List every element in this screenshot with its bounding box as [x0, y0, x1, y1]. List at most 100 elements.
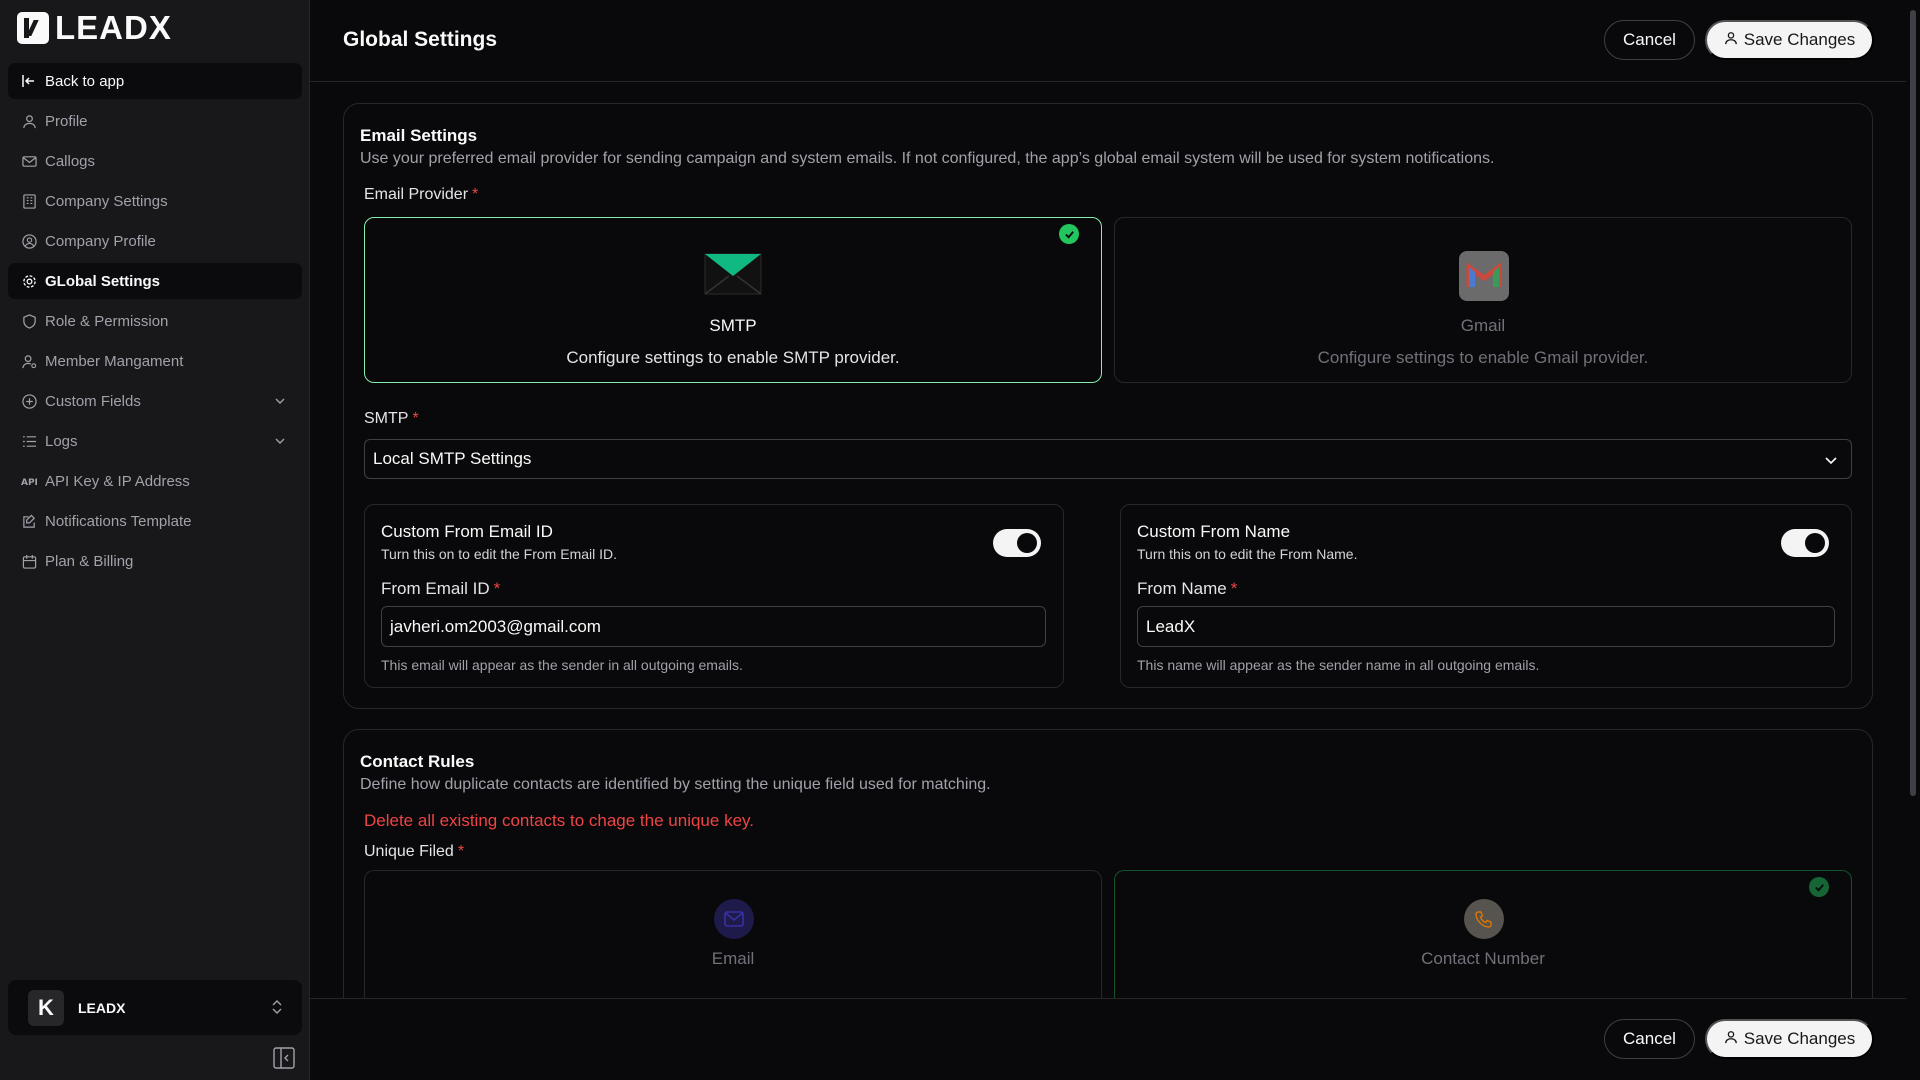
provider-name: SMTP	[709, 316, 757, 335]
save-changes-label: Save Changes	[1743, 1029, 1856, 1048]
edit-icon	[21, 513, 37, 529]
sidebar-item-label: Role & Permission	[45, 312, 169, 330]
mail-icon	[714, 899, 754, 939]
user-icon	[1724, 30, 1738, 50]
unique-field-email-card[interactable]: Email	[364, 870, 1102, 998]
scrollbar-thumb[interactable]	[1910, 10, 1916, 796]
sidebar-item-global-settings[interactable]: GLobal Settings	[8, 263, 302, 299]
page-footer: Cancel Save Changes	[310, 998, 1906, 1080]
smtp-envelope-icon	[704, 253, 762, 299]
user-icon	[1724, 1029, 1738, 1049]
check-icon	[1809, 877, 1829, 897]
sidebar-item-label: Plan & Billing	[45, 552, 134, 570]
chevron-down-icon[interactable]	[272, 433, 288, 449]
sidebar-item-label: Company Settings	[45, 192, 168, 210]
smtp-label: SMTP *	[364, 410, 419, 427]
custom-from-name-card: Custom From Name Turn this on to edit th…	[1120, 504, 1852, 688]
sidebar-item-profile[interactable]: Profile	[8, 103, 302, 139]
app-logo[interactable]: LEADX	[17, 9, 172, 46]
phone-icon	[1464, 899, 1504, 939]
sidebar-item-label: Company Profile	[45, 232, 156, 250]
calendar-icon	[21, 553, 37, 569]
email-settings-card: Email Settings Use your preferred email …	[343, 103, 1873, 709]
workspace-logo: K	[28, 989, 64, 1026]
custom-from-email-description: Turn this on to edit the From Email ID.	[381, 546, 618, 562]
logo-text: LEADX	[55, 9, 172, 46]
workspace-switcher[interactable]: K LEADX	[8, 980, 302, 1035]
from-email-input[interactable]: javheri.om2003@gmail.com	[381, 606, 1046, 647]
user-icon	[21, 113, 37, 129]
plus-circle-icon	[21, 393, 37, 409]
page-title: Global Settings	[343, 28, 498, 51]
sidebar-item-api-key[interactable]: API API Key & IP Address	[8, 463, 302, 499]
contact-rules-description: Define how duplicate contacts are identi…	[360, 776, 991, 793]
page-scrollbar[interactable]	[1906, 0, 1920, 1080]
sidebar-item-label: GLobal Settings	[45, 272, 161, 290]
check-icon	[1059, 224, 1079, 244]
smtp-select[interactable]: Local SMTP Settings	[364, 439, 1852, 479]
cancel-button[interactable]: Cancel	[1604, 20, 1695, 60]
gmail-icon	[1459, 251, 1509, 305]
sidebar-item-role-permission[interactable]: Role & Permission	[8, 303, 302, 339]
chevron-down-icon	[1823, 452, 1839, 473]
contact-rules-warning: Delete all existing contacts to chage th…	[364, 811, 754, 830]
sidebar-item-company-settings[interactable]: Company Settings	[8, 183, 302, 219]
svg-text:API: API	[21, 478, 37, 486]
sidebar-item-label: Logs	[45, 432, 78, 450]
contact-rules-title: Contact Rules	[360, 752, 475, 771]
sidebar-item-label: Member Mangament	[45, 352, 184, 370]
arrow-left-bar-icon	[21, 73, 37, 89]
provider-name: Gmail	[1460, 316, 1506, 335]
from-name-hint: This name will appear as the sender name…	[1137, 657, 1540, 673]
back-to-app-label: Back to app	[45, 72, 125, 90]
email-settings-description: Use your preferred email provider for se…	[360, 150, 1495, 167]
save-changes-button[interactable]: Save Changes	[1705, 1019, 1874, 1059]
chevron-up-down-icon	[270, 998, 284, 1020]
sidebar-item-label: Callogs	[45, 152, 96, 170]
sidebar-collapse-icon[interactable]	[273, 1047, 295, 1069]
list-icon	[21, 433, 37, 449]
provider-description: Configure settings to enable SMTP provid…	[566, 348, 900, 367]
sidebar-item-label: Profile	[45, 112, 88, 130]
from-email-label: From Email ID *	[381, 579, 501, 598]
logo-mark-icon	[17, 12, 49, 44]
save-changes-button[interactable]: Save Changes	[1705, 20, 1874, 60]
sidebar-nav: Back to app Profile Callogs Company Sett…	[8, 63, 302, 583]
chevron-down-icon[interactable]	[272, 393, 288, 409]
smtp-select-value: Local SMTP Settings	[373, 449, 532, 468]
sidebar: LEADX Back to app Profile Callogs Compan…	[0, 0, 310, 1080]
custom-from-email-title: Custom From Email ID	[381, 522, 553, 541]
sidebar-item-member-management[interactable]: Member Mangament	[8, 343, 302, 379]
sidebar-item-logs[interactable]: Logs	[8, 423, 302, 459]
sidebar-item-plan-billing[interactable]: Plan & Billing	[8, 543, 302, 579]
user-gear-icon	[21, 353, 37, 369]
sidebar-item-callogs[interactable]: Callogs	[8, 143, 302, 179]
shield-icon	[21, 313, 37, 329]
api-icon: API	[21, 473, 37, 489]
sidebar-item-company-profile[interactable]: Company Profile	[8, 223, 302, 259]
from-name-label: From Name *	[1137, 579, 1238, 598]
custom-from-name-toggle[interactable]	[1781, 529, 1829, 557]
sidebar-item-label: Notifications Template	[45, 512, 192, 530]
save-changes-label: Save Changes	[1743, 30, 1856, 49]
from-name-input[interactable]: LeadX	[1137, 606, 1835, 647]
sidebar-item-notifications-template[interactable]: Notifications Template	[8, 503, 302, 539]
custom-from-name-description: Turn this on to edit the From Name.	[1137, 546, 1358, 562]
workspace-name: LEADX	[78, 999, 126, 1016]
mail-icon	[21, 153, 37, 169]
provider-gmail-card[interactable]: Gmail Configure settings to enable Gmail…	[1114, 217, 1852, 383]
back-to-app-button[interactable]: Back to app	[8, 63, 302, 99]
contact-rules-card: Contact Rules Define how duplicate conta…	[343, 729, 1873, 998]
building-icon	[21, 193, 37, 209]
user-circle-icon	[21, 233, 37, 249]
unique-field-contact-number-card[interactable]: Contact Number	[1114, 870, 1852, 998]
sidebar-item-custom-fields[interactable]: Custom Fields	[8, 383, 302, 419]
custom-from-email-toggle[interactable]	[993, 529, 1041, 557]
email-provider-label: Email Provider *	[364, 186, 479, 203]
cancel-button[interactable]: Cancel	[1604, 1019, 1695, 1059]
email-settings-title: Email Settings	[360, 126, 478, 145]
settings-content[interactable]: Email Settings Use your preferred email …	[310, 82, 1906, 998]
provider-description: Configure settings to enable Gmail provi…	[1317, 348, 1649, 367]
provider-smtp-card[interactable]: SMTP Configure settings to enable SMTP p…	[364, 217, 1102, 383]
page-header: Global Settings Cancel Save Changes	[310, 0, 1906, 82]
